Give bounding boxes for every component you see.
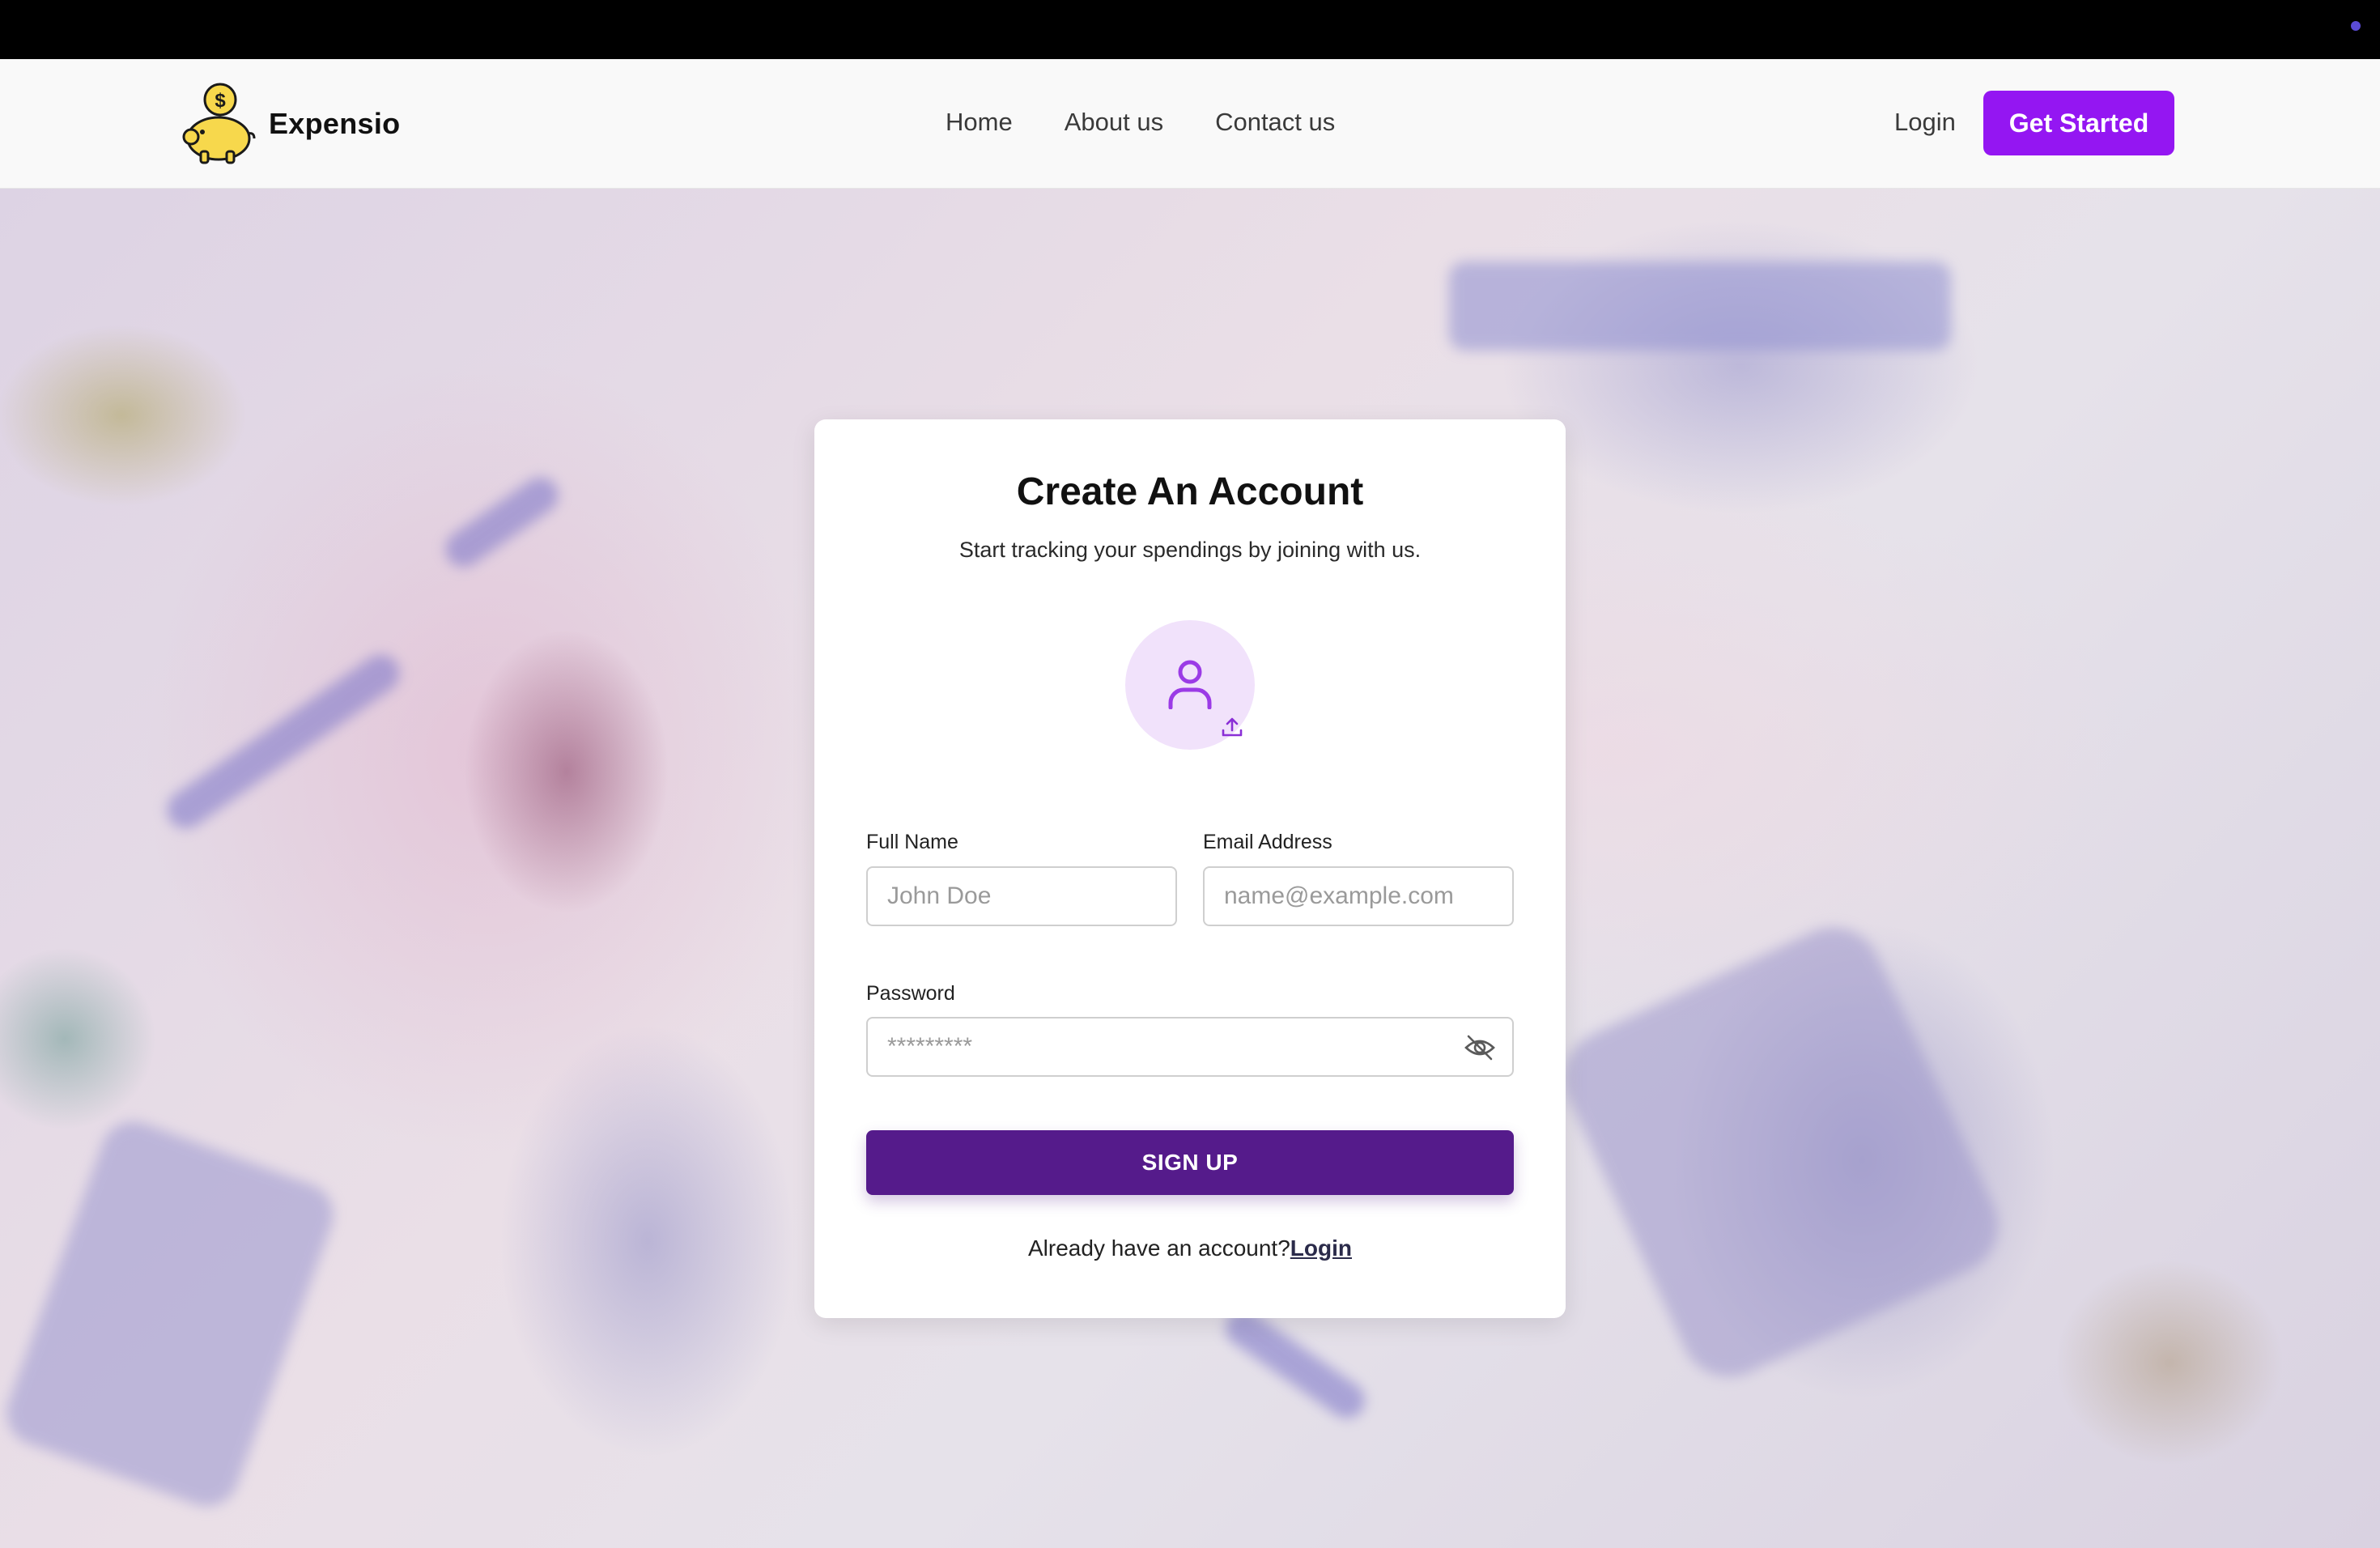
nav-contact-link[interactable]: Contact us (1215, 108, 1335, 137)
full-name-label: Full Name (866, 831, 958, 853)
sign-up-button[interactable]: SIGN UP (866, 1130, 1514, 1195)
email-label: Email Address (1203, 831, 1332, 853)
bg-decoration (1449, 262, 1951, 351)
nav-about-link[interactable]: About us (1065, 108, 1163, 137)
status-dot (2351, 21, 2361, 31)
full-name-input[interactable] (866, 866, 1177, 926)
browser-top-bar (0, 0, 2380, 59)
bg-decoration (159, 647, 407, 836)
get-started-button[interactable]: Get Started (1983, 91, 2174, 155)
already-text: Already have an account? (1028, 1235, 1290, 1261)
email-input[interactable] (1203, 866, 1514, 926)
password-input[interactable] (866, 1017, 1514, 1077)
upload-icon[interactable] (1221, 716, 1243, 738)
login-prompt: Already have an account?Login (814, 1235, 1566, 1261)
brand-name: Expensio (269, 107, 401, 140)
login-link[interactable]: Login (1290, 1235, 1352, 1261)
signup-card: Create An Account Start tracking your sp… (814, 419, 1566, 1318)
form-title: Create An Account (1016, 470, 1364, 513)
eye-off-icon[interactable] (1462, 1030, 1498, 1065)
main-nav: Home About us Contact us (946, 108, 1335, 137)
nav-home-link[interactable]: Home (946, 108, 1013, 137)
svg-text:$: $ (215, 90, 226, 112)
navbar: $ Expensio Home About us Contact us Logi… (0, 59, 2380, 189)
bg-decoration (1548, 911, 2014, 1393)
user-icon (1168, 660, 1212, 709)
nav-login-link[interactable]: Login (1894, 108, 1956, 137)
bg-decoration (0, 1112, 342, 1516)
bg-decoration (1218, 1303, 1372, 1426)
avatar-upload[interactable] (1125, 620, 1255, 750)
bg-decoration (438, 470, 566, 574)
form-subtitle: Start tracking your spendings by joining… (958, 538, 1422, 562)
piggy-bank-logo-icon: $ (182, 83, 256, 164)
brand[interactable]: $ Expensio (178, 82, 400, 166)
password-label: Password (866, 982, 955, 1005)
